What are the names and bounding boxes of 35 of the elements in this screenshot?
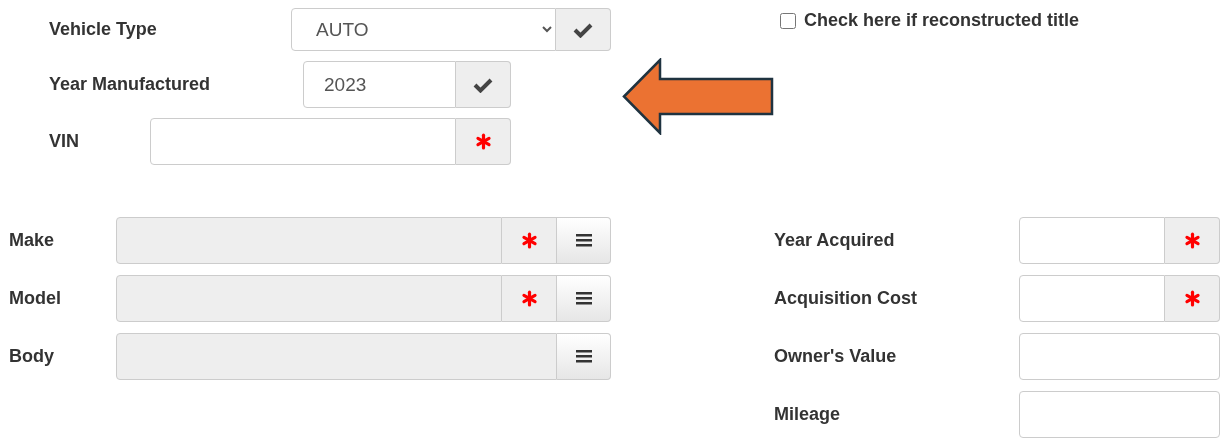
field-label: Owner's Value bbox=[774, 346, 897, 366]
readonly-field[interactable] bbox=[116, 275, 502, 322]
readonly-field[interactable] bbox=[116, 217, 502, 264]
lookup-button[interactable] bbox=[557, 217, 611, 264]
reconstructed-title-checkbox[interactable] bbox=[780, 13, 796, 29]
readonly-field[interactable] bbox=[116, 333, 557, 380]
field-label: VIN bbox=[49, 131, 79, 151]
input-field[interactable] bbox=[1019, 275, 1165, 322]
input-field[interactable] bbox=[1019, 333, 1220, 380]
field-label: Body bbox=[9, 346, 54, 366]
field-label: Acquisition Cost bbox=[774, 288, 917, 308]
field-label: Mileage bbox=[774, 404, 841, 424]
checkbox-label: Check here if reconstructed title bbox=[804, 10, 1080, 31]
input-field[interactable] bbox=[150, 118, 456, 165]
field-label: Year Acquired bbox=[774, 230, 895, 250]
checkmark-icon bbox=[573, 21, 593, 38]
vehicle-type-select[interactable]: AUTO bbox=[291, 8, 556, 51]
input-field[interactable]: 2023 bbox=[303, 61, 456, 108]
input-field[interactable] bbox=[1019, 391, 1220, 438]
required-icon bbox=[474, 133, 492, 150]
input-field[interactable] bbox=[1019, 217, 1165, 264]
field-label: Make bbox=[9, 230, 55, 250]
menu-icon bbox=[575, 350, 592, 363]
checkmark-icon bbox=[473, 76, 493, 93]
required-icon bbox=[1183, 232, 1201, 249]
required-icon bbox=[520, 232, 538, 249]
menu-icon bbox=[575, 234, 592, 247]
required-icon bbox=[1183, 290, 1201, 307]
lookup-button[interactable] bbox=[557, 275, 611, 322]
lookup-button[interactable] bbox=[557, 333, 611, 380]
field-label: Year Manufactured bbox=[49, 74, 211, 94]
menu-icon bbox=[575, 292, 592, 305]
field-label: Model bbox=[9, 288, 61, 308]
field-label: Vehicle Type bbox=[49, 19, 157, 39]
required-icon bbox=[520, 290, 538, 307]
